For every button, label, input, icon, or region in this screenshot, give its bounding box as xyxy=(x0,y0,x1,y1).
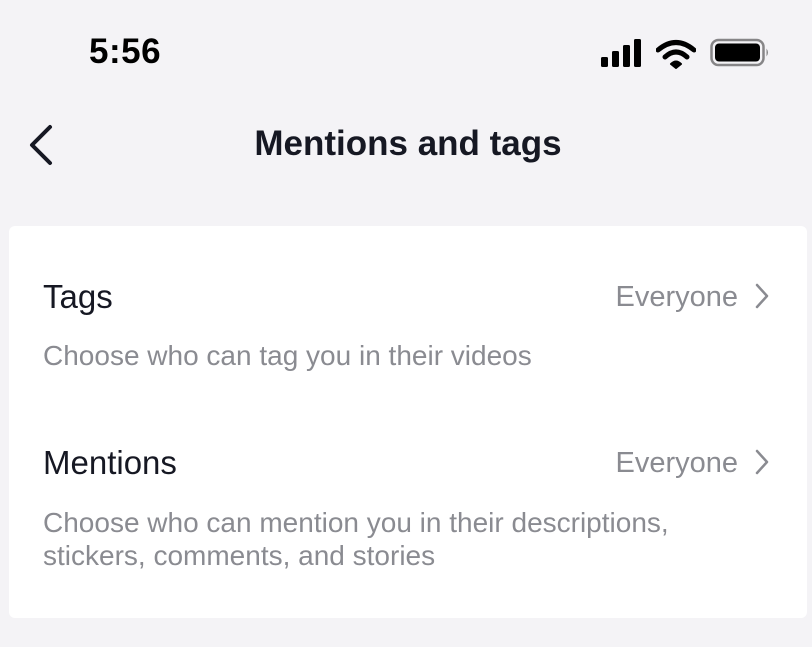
setting-title-tags: Tags xyxy=(43,278,113,315)
settings-card: Tags Everyone Choose who can tag you in … xyxy=(9,226,807,618)
setting-description-tags: Choose who can tag you in their videos xyxy=(43,340,532,371)
chevron-right-icon xyxy=(755,283,769,309)
page-title: Mentions and tags xyxy=(254,124,562,163)
setting-value-mentions: Everyone xyxy=(615,447,738,479)
signal-icon xyxy=(601,39,641,67)
setting-title-mentions: Mentions xyxy=(43,444,177,481)
wifi-icon xyxy=(656,40,696,69)
setting-value-tags: Everyone xyxy=(615,281,738,313)
chevron-right-icon xyxy=(755,449,769,475)
setting-description-mentions: Choose who can mention you in their desc… xyxy=(43,507,669,571)
status-bar: 5:56 xyxy=(0,0,812,100)
status-icons xyxy=(600,38,770,70)
battery-icon xyxy=(710,38,768,67)
setting-row-tags[interactable]: Tags Everyone Choose who can tag you in … xyxy=(9,226,807,396)
setting-row-mentions[interactable]: Mentions Everyone Choose who can mention… xyxy=(9,396,807,618)
navigation-bar: Mentions and tags xyxy=(0,105,812,185)
status-time: 5:56 xyxy=(89,32,162,71)
